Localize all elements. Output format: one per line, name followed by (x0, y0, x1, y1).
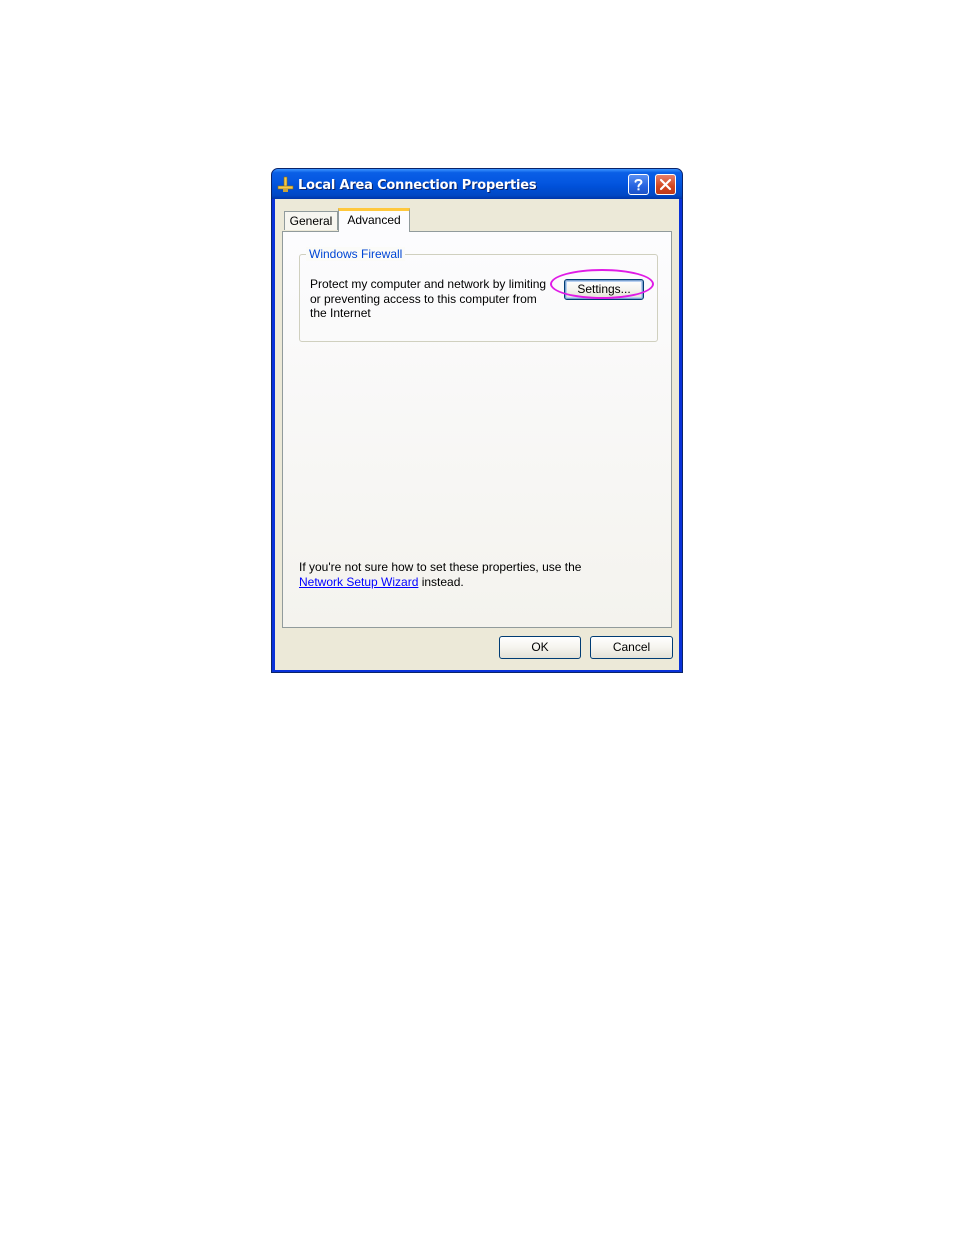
advanced-tab-panel: Windows Firewall Protect my computer and… (282, 231, 672, 628)
tab-advanced[interactable]: Advanced (338, 208, 410, 232)
help-text-prefix: If you're not sure how to set these prop… (299, 560, 582, 574)
help-icon (634, 178, 643, 191)
dialog-client-area: General Advanced Windows Firewall Protec… (275, 199, 679, 670)
network-connection-icon (277, 176, 294, 193)
ok-button[interactable]: OK (499, 636, 581, 659)
title-bar[interactable]: Local Area Connection Properties (272, 169, 682, 199)
close-button[interactable] (655, 174, 676, 195)
tab-advanced-label: Advanced (347, 213, 401, 227)
tab-general-label: General (289, 214, 333, 228)
window-title: Local Area Connection Properties (298, 178, 537, 193)
help-button[interactable] (628, 174, 649, 195)
help-text-suffix: instead. (418, 574, 464, 589)
close-icon (659, 178, 672, 191)
cancel-button[interactable]: Cancel (590, 636, 673, 659)
properties-dialog: Local Area Connection Properties General… (271, 168, 683, 673)
windows-firewall-legend: Windows Firewall (306, 247, 406, 261)
help-text: If you're not sure how to set these prop… (299, 560, 599, 589)
tab-general[interactable]: General (284, 211, 338, 230)
settings-button[interactable]: Settings... (564, 279, 644, 300)
firewall-description: Protect my computer and network by limit… (310, 277, 547, 320)
network-setup-wizard-link[interactable]: Network Setup Wizard (299, 575, 418, 589)
windows-firewall-group: Windows Firewall Protect my computer and… (299, 247, 658, 342)
